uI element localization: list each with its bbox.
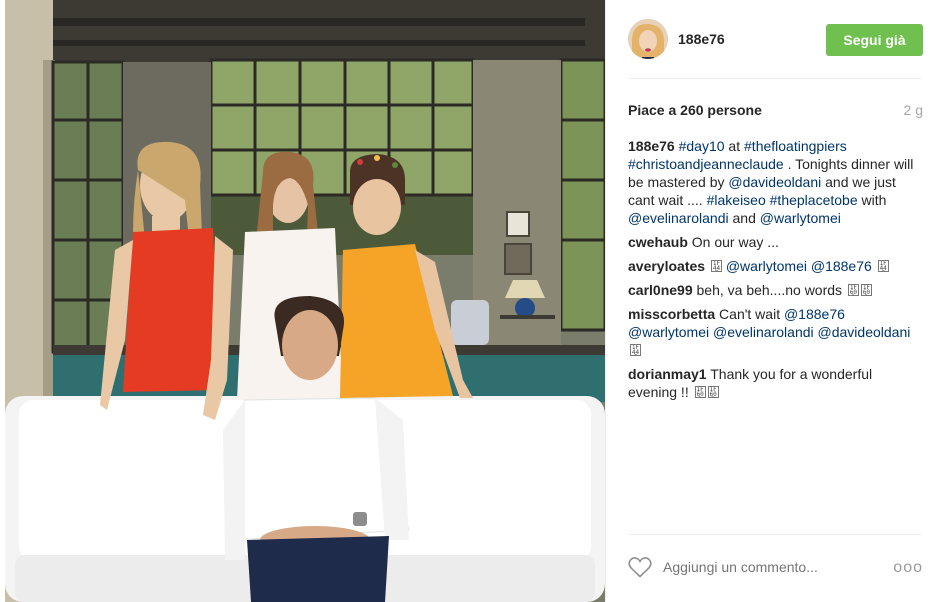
tag-link[interactable]: @davideoldani [818, 324, 911, 340]
comment-text: with [857, 192, 887, 208]
comment-container: cwehaub On our way ... averyloates 1F44F … [628, 233, 923, 401]
comment-text: at [724, 138, 745, 154]
tag-link[interactable]: #theplacetobe [770, 192, 858, 208]
heart-outline-icon[interactable] [628, 556, 652, 578]
comment-footer: ooo [628, 547, 923, 587]
comment-item: misscorbetta Can't wait @188e76 @warlyto… [628, 305, 923, 359]
post-header: 188e76 Segui già [628, 18, 923, 62]
post-time[interactable]: 2 g [904, 102, 923, 118]
caption-username[interactable]: 188e76 [628, 138, 675, 154]
more-options-icon[interactable]: ooo [893, 559, 923, 577]
divider [628, 534, 921, 535]
tag-link[interactable]: @188e76 [811, 258, 872, 274]
tag-link[interactable]: @davideoldani [728, 174, 821, 190]
emoji-glyph: 1F60D [707, 386, 719, 398]
avatar[interactable] [628, 19, 668, 59]
comment-username[interactable]: cwehaub [628, 234, 688, 250]
likes-count[interactable]: Piace a 260 persone [628, 102, 762, 118]
comment-item: dorianmay1 Thank you for a wonderful eve… [628, 365, 923, 401]
add-comment-input[interactable] [663, 559, 873, 575]
comment-text [872, 258, 876, 274]
emoji-glyph: 1F60D [847, 284, 859, 296]
comment-username[interactable]: averyloates [628, 258, 705, 274]
likes-row: Piace a 260 persone 2 g [628, 100, 923, 120]
tag-link[interactable]: @188e76 [784, 306, 845, 322]
tag-link[interactable]: #thefloatingpiers [744, 138, 847, 154]
tag-link[interactable]: #day10 [679, 138, 725, 154]
emoji-glyph: 1F44F [877, 260, 889, 272]
emoji-glyph: 1F60D [860, 284, 872, 296]
comment-item: carl0ne99 beh, va beh....no words 1F60D1… [628, 281, 923, 299]
comment-username[interactable]: carl0ne99 [628, 282, 693, 298]
photo-scene [5, 0, 605, 602]
post-username[interactable]: 188e76 [678, 31, 725, 47]
comment-username[interactable]: dorianmay1 [628, 366, 707, 382]
comment-text: beh, va beh....no words [696, 282, 846, 298]
caption: 188e76 #day10 at #thefloatingpiers #chri… [628, 137, 923, 227]
avatar-image [628, 19, 668, 59]
tag-link[interactable]: @evelinarolandi [628, 210, 729, 226]
tag-link[interactable]: #christoandjeanneclaude [628, 156, 784, 172]
comment-text: and [728, 210, 760, 226]
tag-link[interactable]: @warlytomei [726, 258, 807, 274]
emoji-glyph: 1F60D [694, 386, 706, 398]
emoji-glyph: 1F44F [630, 344, 641, 356]
comment-item: averyloates 1F44F @warlytomei @188e76 1F… [628, 257, 923, 275]
tag-link[interactable]: @evelinarolandi [713, 324, 814, 340]
comment-text: On our way ... [691, 234, 779, 250]
comments-list: 188e76 #day10 at #thefloatingpiers #chri… [628, 137, 923, 407]
tag-link[interactable]: @warlytomei [760, 210, 841, 226]
comment-username[interactable]: misscorbetta [628, 306, 715, 322]
tag-link[interactable]: @warlytomei [628, 324, 709, 340]
emoji-glyph: 1F44F [710, 260, 722, 272]
post-photo[interactable] [5, 0, 605, 602]
post-side-panel: 188e76 Segui già Piace a 260 persone 2 g… [605, 0, 943, 602]
divider [628, 78, 921, 79]
comment-text: Can't wait [719, 306, 784, 322]
follow-button[interactable]: Segui già [826, 24, 923, 56]
comment-item: cwehaub On our way ... [628, 233, 923, 251]
tag-link[interactable]: #lakeiseo [707, 192, 766, 208]
